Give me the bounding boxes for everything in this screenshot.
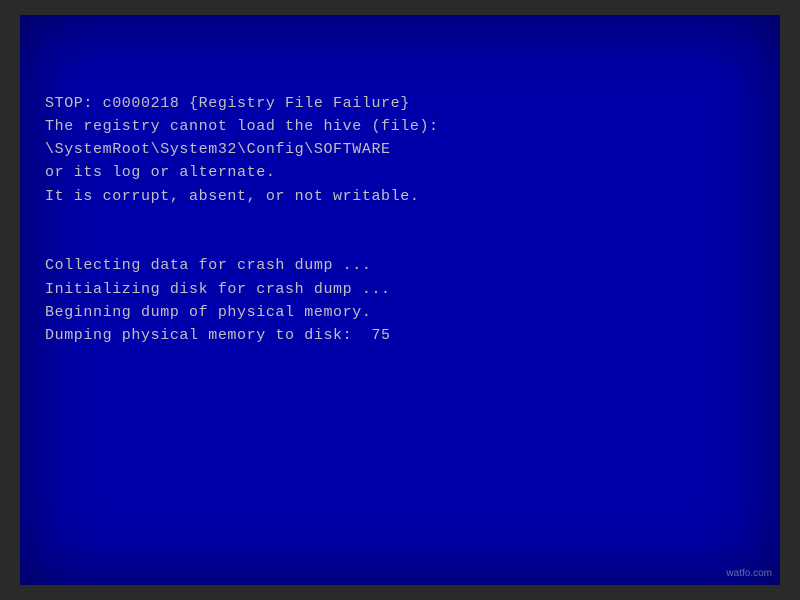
bsod-line: \SystemRoot\System32\Config\SOFTWARE xyxy=(45,138,439,161)
bsod-screen: STOP: c0000218 {Registry File Failure}Th… xyxy=(20,15,780,585)
bsod-line xyxy=(45,208,439,231)
bsod-line: STOP: c0000218 {Registry File Failure} xyxy=(45,92,439,115)
bsod-line xyxy=(45,231,439,254)
monitor: STOP: c0000218 {Registry File Failure}Th… xyxy=(0,0,800,600)
bsod-line: It is corrupt, absent, or not writable. xyxy=(45,185,439,208)
bsod-line: Initializing disk for crash dump ... xyxy=(45,278,439,301)
bsod-line: Collecting data for crash dump ... xyxy=(45,254,439,277)
bsod-text-block: STOP: c0000218 {Registry File Failure}Th… xyxy=(45,45,439,347)
bsod-line: or its log or alternate. xyxy=(45,161,439,184)
bsod-line: Beginning dump of physical memory. xyxy=(45,301,439,324)
bsod-line: The registry cannot load the hive (file)… xyxy=(45,115,439,138)
watermark: watfo.com xyxy=(726,568,772,579)
bsod-line: Dumping physical memory to disk: 75 xyxy=(45,324,439,347)
